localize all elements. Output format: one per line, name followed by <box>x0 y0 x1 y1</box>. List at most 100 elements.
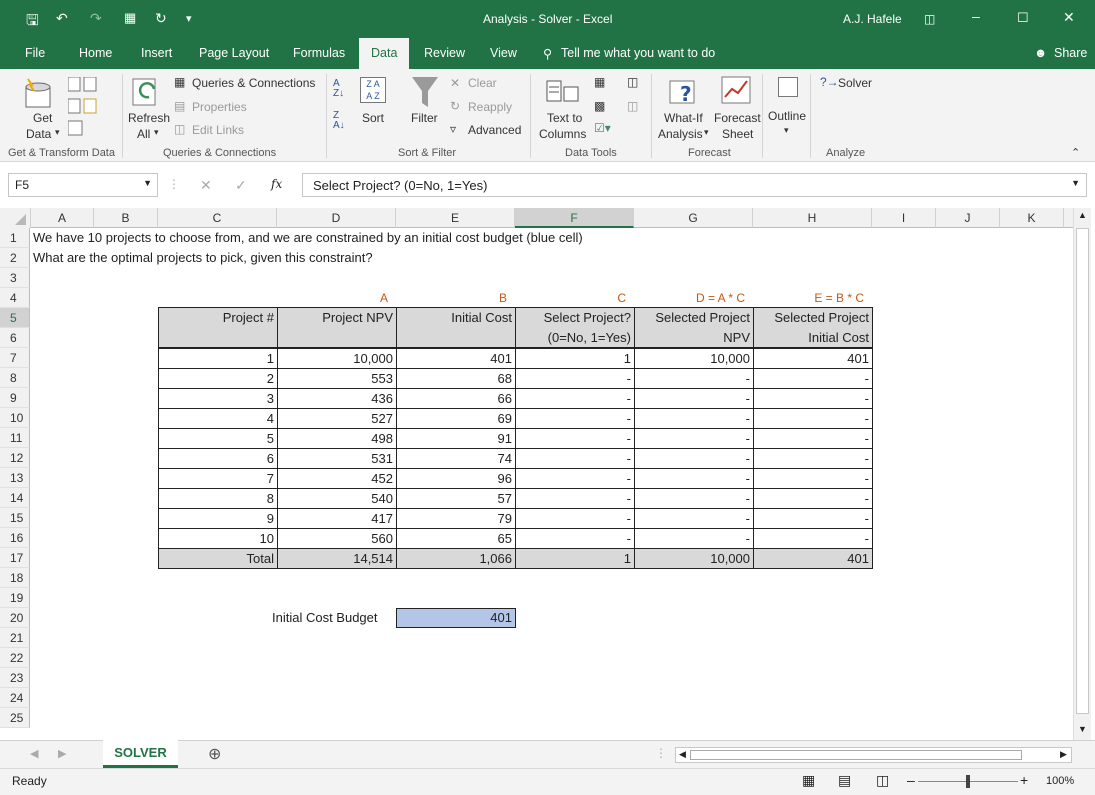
cell-selected-npv[interactable]: - <box>634 468 754 489</box>
row-header[interactable]: 13 <box>0 468 30 488</box>
cell-cost[interactable]: 65 <box>396 528 516 549</box>
consolidate-icon[interactable]: ◫ <box>627 75 638 89</box>
page-break-view-icon[interactable]: ◫ <box>876 772 889 789</box>
chevron-down-icon[interactable]: ▾ <box>55 127 60 138</box>
zoom-out-button[interactable]: – <box>907 772 915 788</box>
budget-value-cell[interactable]: 401 <box>396 608 516 628</box>
data-validation-icon[interactable]: ☑▾ <box>594 121 611 135</box>
row-header[interactable]: 1 <box>0 228 30 248</box>
forecast-label-1[interactable]: Forecast <box>714 111 761 125</box>
cell-select[interactable]: - <box>515 388 635 409</box>
what-if-label-1[interactable]: What-If <box>664 111 703 125</box>
queries-connections-button[interactable]: Queries & Connections <box>192 76 315 90</box>
reapply-icon[interactable]: ↻ <box>450 99 460 113</box>
vertical-scrollbar[interactable]: ▲ ▼ <box>1073 208 1091 740</box>
header-cost[interactable]: Initial Cost <box>396 307 516 348</box>
cell-selected-cost[interactable]: - <box>753 468 873 489</box>
scroll-left-icon[interactable]: ◀ <box>679 749 686 760</box>
cell-cost[interactable]: 57 <box>396 488 516 509</box>
name-box[interactable]: F5 ▼ <box>8 173 158 197</box>
worksheet[interactable]: 1 2 3 4 5 6 7 8 9 10 11 12 13 14 15 16 17 18 19 20 21 22 23 24 2… <box>0 228 1073 740</box>
sort-az-icon[interactable]: A Z↓ <box>333 79 344 99</box>
new-sheet-icon[interactable]: ⊕ <box>208 744 221 764</box>
row-header[interactable]: 11 <box>0 428 30 448</box>
cell-cost[interactable]: 91 <box>396 428 516 449</box>
reapply-button[interactable]: Reapply <box>468 100 512 114</box>
chevron-down-icon[interactable]: ▼ <box>143 178 152 188</box>
row-header[interactable]: 20 <box>0 608 30 628</box>
forecast-label-2[interactable]: Sheet <box>722 127 753 141</box>
refresh-qat-icon[interactable]: ↻ <box>155 10 167 27</box>
row-header[interactable]: 6 <box>0 328 30 348</box>
header-selected-npv[interactable]: Selected Project NPV <box>634 307 754 348</box>
filter-button[interactable]: Filter <box>411 111 438 125</box>
clear-button[interactable]: Clear <box>468 76 497 90</box>
cell-selected-npv[interactable]: - <box>634 368 754 389</box>
from-text-icon[interactable] <box>67 76 104 144</box>
text-to-columns-label-2[interactable]: Columns <box>539 127 586 141</box>
col-header-b[interactable]: B <box>94 208 158 228</box>
row-header[interactable]: 19 <box>0 588 30 608</box>
properties-button[interactable]: Properties <box>192 100 247 114</box>
clear-icon[interactable]: ✕ <box>450 76 460 90</box>
text-to-columns-icon[interactable] <box>546 77 580 108</box>
col-header-f[interactable]: F <box>515 208 634 228</box>
cell-project-num[interactable]: 2 <box>158 368 278 389</box>
cell-project-num[interactable]: 10 <box>158 528 278 549</box>
cell-npv[interactable]: 560 <box>277 528 397 549</box>
splitter-icon[interactable]: ⋮ <box>655 746 667 760</box>
row-header[interactable]: 22 <box>0 648 30 668</box>
get-data-label-2[interactable]: Data <box>26 127 51 141</box>
cell-selected-npv[interactable]: - <box>634 528 754 549</box>
horizontal-scrollbar[interactable]: ◀ ▶ <box>675 747 1072 763</box>
cell-select[interactable]: - <box>515 468 635 489</box>
cell-npv[interactable]: 417 <box>277 508 397 529</box>
row-header[interactable]: 7 <box>0 348 30 368</box>
what-if-icon[interactable]: ? <box>668 77 702 112</box>
get-data-icon[interactable] <box>24 77 58 111</box>
chevron-down-icon[interactable]: ▾ <box>154 127 159 138</box>
prev-sheet-icon[interactable]: ◀ <box>30 747 38 760</box>
edit-links-icon[interactable]: ◫ <box>174 122 185 136</box>
close-icon[interactable]: ✕ <box>1063 9 1075 26</box>
row-header[interactable]: 21 <box>0 628 30 648</box>
row-header[interactable]: 17 <box>0 548 30 568</box>
sort-icon[interactable]: Z AA Z <box>360 77 386 103</box>
cell-selected-npv[interactable]: 10,000 <box>634 348 754 369</box>
cell-selected-cost[interactable]: - <box>753 528 873 549</box>
text-to-columns-label-1[interactable]: Text to <box>547 111 582 125</box>
row-header[interactable]: 4 <box>0 288 30 308</box>
enter-icon[interactable]: ✓ <box>235 177 247 194</box>
cell-npv[interactable]: 531 <box>277 448 397 469</box>
row-header[interactable]: 23 <box>0 668 30 688</box>
insert-function-icon[interactable]: fx <box>271 177 282 191</box>
tab-data[interactable]: Data <box>359 38 410 69</box>
cell-project-num[interactable]: 8 <box>158 488 278 509</box>
page-layout-view-icon[interactable]: ▤ <box>838 772 851 789</box>
cell-selected-cost[interactable]: - <box>753 388 873 409</box>
tab-insert[interactable]: Insert <box>141 46 172 60</box>
col-header-g[interactable]: G <box>634 208 753 228</box>
total-cost[interactable]: 1,066 <box>396 548 516 569</box>
cell-project-num[interactable]: 7 <box>158 468 278 489</box>
header-selected-cost[interactable]: Selected Project Initial Cost <box>753 307 873 348</box>
properties-icon[interactable]: ▤ <box>174 99 185 113</box>
cancel-icon[interactable]: ✕ <box>200 177 212 194</box>
cell-selected-cost[interactable]: - <box>753 508 873 529</box>
cell-cost[interactable]: 401 <box>396 348 516 369</box>
undo-icon[interactable]: ↶ <box>56 10 68 27</box>
cell-select[interactable]: - <box>515 488 635 509</box>
cell-cost[interactable]: 69 <box>396 408 516 429</box>
refresh-all-icon[interactable] <box>131 75 165 114</box>
h-scroll-thumb[interactable] <box>690 750 1022 760</box>
solver-button[interactable]: Solver <box>838 76 872 90</box>
col-header-a[interactable]: A <box>31 208 94 228</box>
next-sheet-icon[interactable]: ▶ <box>58 747 66 760</box>
cell-select[interactable]: - <box>515 508 635 529</box>
tab-view[interactable]: View <box>490 46 517 60</box>
cell-project-num[interactable]: 4 <box>158 408 278 429</box>
advanced-button[interactable]: Advanced <box>468 123 521 137</box>
cell-select[interactable]: - <box>515 448 635 469</box>
cell-selected-cost[interactable]: - <box>753 428 873 449</box>
relationships-icon[interactable]: ◫ <box>627 99 638 113</box>
